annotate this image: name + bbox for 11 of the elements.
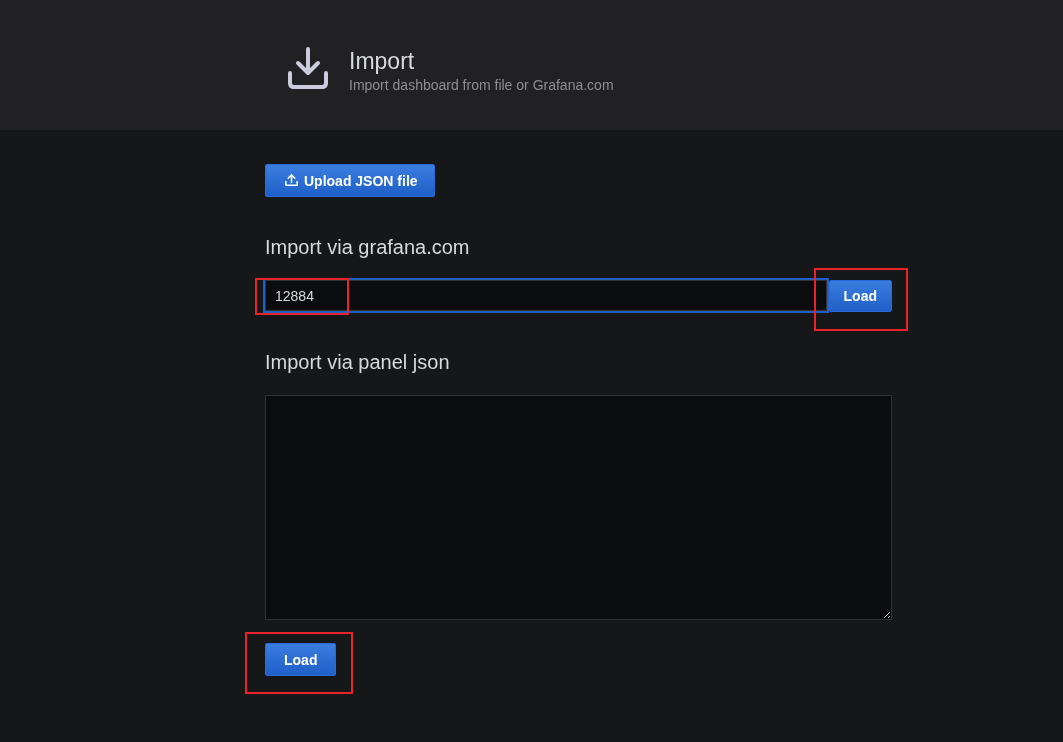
page-subtitle: Import dashboard from file or Grafana.com [349, 77, 614, 93]
page-title: Import [349, 47, 416, 75]
load-button[interactable]: Load [828, 280, 892, 312]
panel-json-textarea[interactable] [265, 395, 892, 620]
dashboard-id-input[interactable]: 12884 [265, 280, 827, 311]
upload-icon [284, 173, 299, 188]
download-icon [287, 47, 329, 89]
upload-json-button[interactable]: Upload JSON file [265, 164, 435, 197]
section-heading: Import via grafana.com [265, 235, 470, 259]
section-heading: Import via panel json [265, 350, 450, 374]
load-button[interactable]: Load [265, 643, 337, 676]
